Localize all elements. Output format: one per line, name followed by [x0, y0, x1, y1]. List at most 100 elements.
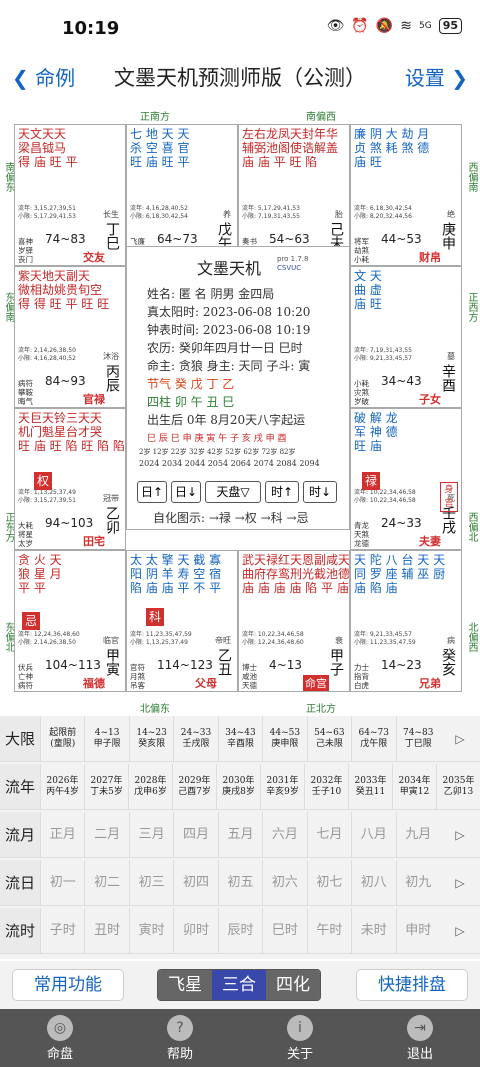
period-cell[interactable]: 24~33 壬戌限 [173, 716, 217, 761]
period-cell[interactable]: 三月 [128, 812, 173, 857]
next-arrow-icon[interactable]: ▷ [440, 860, 480, 905]
palace-cell[interactable]: 七 地 天 天 杀 空 喜 官 旺 庙 旺 平流年: 4,16,28,40,52… [126, 124, 238, 266]
sanhe-tab[interactable]: 三合 [212, 970, 266, 1000]
period-cell[interactable]: 八月 [351, 812, 395, 857]
sky-plate-dropdown[interactable]: 天盘▽ [205, 481, 261, 503]
palace-stem-branch: 辛酉 [440, 364, 456, 392]
period-cell[interactable]: 34~43 辛酉限 [217, 716, 262, 761]
row-header: 流月 [0, 812, 40, 857]
day-down-button[interactable]: 日↓ [171, 481, 201, 503]
period-cell[interactable]: 起限前 (童限) [40, 716, 84, 761]
period-cell[interactable]: 54~63 己未限 [306, 716, 351, 761]
palace-cell[interactable]: 武天禄红天恩副咸天 曲府存鸾刑光截池德 庙 庙 庙 庙 陷 平 庙流年: 10,… [238, 550, 350, 692]
quan-badge: 权 [34, 472, 52, 490]
palace-cell[interactable]: 廉 阴 大 劫 月 贞 煞 耗 煞 德 庙 旺流年: 6,18,30,42,54… [350, 124, 462, 266]
palace-cell[interactable]: 左右龙凤天封年华 辅弼池阁使诰解盖 庙 庙 平 旺 陷流年: 5,17,29,4… [238, 124, 350, 266]
period-cell[interactable]: 正月 [40, 812, 84, 857]
palace-cell[interactable]: 天 陀 八 台 天 天 同 罗 座 辅 巫 厨 庙 陷 庙流年: 9,21,33… [350, 550, 462, 692]
period-cell[interactable]: 2035年 乙卯13 [436, 764, 480, 809]
luck-years-line: 2024 2034 2044 2054 2064 2074 2084 2094 [139, 459, 320, 468]
direction-label: 西偏南 [466, 162, 477, 192]
period-cell[interactable]: 巳时 [262, 908, 306, 953]
period-cell[interactable]: 4~13 甲子限 [84, 716, 128, 761]
palace-decade: 94~103 [45, 516, 94, 530]
palace-decade: 4~13 [269, 658, 302, 672]
hour-up-button[interactable]: 时↑ [265, 481, 299, 503]
hour-down-button[interactable]: 时↓ [303, 481, 337, 503]
period-cell[interactable]: 六月 [262, 812, 306, 857]
period-cell[interactable]: 2032年 壬子10 [304, 764, 348, 809]
period-cell[interactable]: 2026年 丙午4岁 [40, 764, 84, 809]
common-functions-button[interactable]: 常用功能 [12, 969, 124, 1001]
tab-help[interactable]: ? 帮助 [150, 1013, 210, 1062]
period-cell[interactable]: 初三 [128, 860, 173, 905]
period-cell[interactable]: 14~23 癸亥限 [128, 716, 173, 761]
tab-chart[interactable]: ◎ 命盘 [30, 1013, 90, 1062]
palace-life-stage: 临官 [103, 636, 119, 645]
period-cell[interactable]: 初二 [84, 860, 128, 905]
settings-button[interactable]: 设置 ❯ [405, 62, 468, 91]
period-cell[interactable]: 七月 [306, 812, 351, 857]
palace-life-stage: 沐浴 [103, 352, 119, 361]
period-cell[interactable]: 初五 [217, 860, 262, 905]
period-cell[interactable]: 初八 [351, 860, 395, 905]
ke-badge: 科 [146, 608, 164, 626]
period-cell[interactable]: 2031年 辛亥9岁 [260, 764, 304, 809]
period-cell[interactable]: 二月 [84, 812, 128, 857]
luck-branches-line: 巳 辰 巳 申 庚 寅 午 子 亥 戌 申 酉 [147, 434, 287, 444]
palace-cell[interactable]: 天文天天 梁昌钺马 得 庙 旺 平流年: 3,15,27,39,51 小限: 5… [14, 124, 126, 266]
period-cell[interactable]: 午时 [306, 908, 351, 953]
period-cell[interactable]: 64~73 戊午限 [351, 716, 395, 761]
palace-cell[interactable]: 太 太 擎 天 截 寡 阳 阴 羊 寿 空 宿 陷 庙 庙 平 不 平流年: 1… [126, 550, 238, 692]
period-cell[interactable]: 2033年 癸丑11 [348, 764, 392, 809]
period-cell[interactable]: 74~83 丁巳限 [395, 716, 440, 761]
period-cell[interactable]: 2030年 庚戌8岁 [216, 764, 260, 809]
period-cell[interactable]: 2028年 戊申6岁 [128, 764, 172, 809]
period-cell[interactable]: 子时 [40, 908, 84, 953]
palace-gods: 大耗 将星 太岁 [18, 521, 33, 548]
period-cell[interactable]: 丑时 [84, 908, 128, 953]
quick-chart-button[interactable]: 快捷排盘 [356, 969, 468, 1001]
palace-stars: 天巨天铃三天天 机门魁星台才哭 旺 庙 旺 陷 旺 陷 陷 [18, 411, 125, 453]
period-cell[interactable]: 初一 [40, 860, 84, 905]
period-cell[interactable]: 寅时 [128, 908, 173, 953]
period-row: 大限 起限前 (童限) 4~13 甲子限 14~23 癸亥限 24~33 壬戌限 34~4… [0, 716, 480, 762]
day-up-button[interactable]: 日↑ [137, 481, 167, 503]
palace-gods: 官符 月煞 吊客 [130, 663, 145, 690]
next-arrow-icon[interactable]: ▷ [440, 716, 480, 761]
period-cell[interactable]: 辰时 [217, 908, 262, 953]
palace-cell[interactable]: 紫天地天副天 微相劫姚贵旬空 得 得 旺 平 旺 旺流年: 2,14,26,38… [14, 266, 126, 408]
palace-stars: 武天禄红天恩副咸天 曲府存鸾刑光截池德 庙 庙 庙 庙 陷 平 庙 [242, 553, 350, 595]
period-cell[interactable]: 初七 [306, 860, 351, 905]
palace-cell[interactable]: 文 天 曲 虚 庙 旺流年: 7,19,31,43,55 小限: 9,21,33… [350, 266, 462, 408]
fly-star-tab[interactable]: 飞星 [158, 970, 212, 1000]
status-bar: 10:19 👁 ⏰ 🔕 ≋ 5G 95 [0, 0, 480, 56]
period-cell[interactable]: 未时 [351, 908, 395, 953]
palace-flow-years: 流年: 9,21,33,45,57 小限: 11,23,35,47,59 [354, 631, 416, 646]
palace-cell[interactable]: 天巨天铃三天天 机门魁星台才哭 旺 庙 旺 陷 旺 陷 陷流年: 1,13,25… [14, 408, 126, 550]
period-cell[interactable]: 2034年 甲寅12 [392, 764, 436, 809]
period-cell[interactable]: 2029年 己酉7岁 [172, 764, 216, 809]
period-cell[interactable]: 卯时 [173, 908, 217, 953]
period-cell[interactable]: 44~53 庚申限 [262, 716, 306, 761]
tab-exit[interactable]: ⇥ 退出 [390, 1013, 450, 1062]
palace-flow-years: 流年: 6,18,30,42,54 小限: 8,20,32,44,56 [354, 205, 412, 220]
period-cell[interactable]: 2027年 丁未5岁 [84, 764, 128, 809]
next-arrow-icon[interactable]: ▷ [440, 812, 480, 857]
period-cell[interactable]: 五月 [217, 812, 262, 857]
sihua-tab[interactable]: 四化 [266, 970, 320, 1000]
palace-stem-branch: 丁巳 [104, 222, 120, 250]
palace-flow-years: 流年: 4,16,28,40,52 小限: 6,18,30,42,54 [130, 205, 188, 220]
period-cell[interactable]: 初九 [395, 860, 440, 905]
period-cell[interactable]: 初四 [173, 860, 217, 905]
palace-decade: 114~123 [157, 658, 213, 672]
palace-life-stage: 帝旺 [215, 636, 231, 645]
status-icons: 👁 ⏰ 🔕 ≋ 5G 95 [327, 18, 462, 34]
next-arrow-icon[interactable]: ▷ [440, 908, 480, 953]
period-cell[interactable]: 四月 [173, 812, 217, 857]
period-cell[interactable]: 申时 [395, 908, 440, 953]
period-cell[interactable]: 九月 [395, 812, 440, 857]
period-cell[interactable]: 初六 [262, 860, 306, 905]
ji-badge: 忌 [22, 612, 40, 630]
tab-about[interactable]: i 关于 [270, 1013, 330, 1062]
